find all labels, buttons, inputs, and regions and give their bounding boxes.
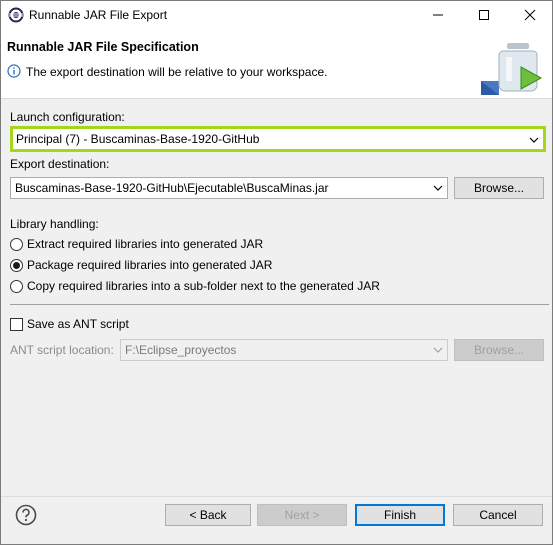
eclipse-icon [8,7,24,23]
library-handling-label: Library handling: [10,217,99,231]
radio-extract-libraries[interactable]: Extract required libraries into generate… [10,236,263,252]
footer-separator [1,496,552,497]
window-title: Runnable JAR File Export [29,8,168,22]
launch-config-value: Principal (7) - Buscaminas-Base-1920-Git… [16,132,260,146]
radio-copy-libraries[interactable]: Copy required libraries into a sub-folde… [10,278,380,294]
radio-label: Copy required libraries into a sub-folde… [27,279,380,293]
radio-label: Package required libraries into generate… [27,258,273,272]
radio-label: Extract required libraries into generate… [27,237,264,251]
radio-package-libraries[interactable]: Package required libraries into generate… [10,257,272,273]
wizard-header: Runnable JAR File Specification The expo… [1,29,552,99]
jar-export-icon [481,43,543,95]
minimize-button[interactable] [415,1,461,29]
back-button[interactable]: < Back [165,504,251,526]
cancel-button[interactable]: Cancel [453,504,543,526]
export-browse-button[interactable]: Browse... [454,177,544,199]
export-destination-value: Buscaminas-Base-1920-GitHub\Ejecutable\B… [15,181,329,195]
maximize-button[interactable] [461,1,507,29]
info-icon [7,64,21,78]
chevron-down-icon [529,137,539,143]
checkbox-label: Save as ANT script [27,317,129,331]
ant-location-combo: F:\Eclipse_proyectos [120,339,448,361]
next-button: Next > [257,504,347,526]
chevron-down-icon [433,347,443,353]
page-title: Runnable JAR File Specification [7,40,199,54]
separator [10,304,549,305]
title-bar: Runnable JAR File Export [1,1,552,29]
radio-button[interactable] [10,279,23,293]
header-message: The export destination will be relative … [26,65,328,79]
ant-location-label: ANT script location: [10,343,114,357]
checkbox[interactable] [10,317,23,331]
launch-config-select[interactable]: Principal (7) - Buscaminas-Base-1920-Git… [10,126,546,152]
export-dialog: Runnable JAR File Export Runnable JAR Fi… [0,0,553,545]
ant-location-value: F:\Eclipse_proyectos [125,343,237,357]
close-icon [524,9,536,21]
help-icon[interactable] [15,504,37,526]
close-button[interactable] [507,1,553,29]
finish-button[interactable]: Finish [355,504,445,526]
ant-browse-button: Browse... [454,339,544,361]
radio-button[interactable] [10,258,23,272]
export-destination-combo[interactable]: Buscaminas-Base-1920-GitHub\Ejecutable\B… [10,177,448,199]
save-ant-script-checkbox[interactable]: Save as ANT script [10,316,129,332]
radio-button[interactable] [10,237,23,251]
chevron-down-icon [433,185,443,191]
maximize-icon [479,10,489,20]
export-destination-label: Export destination: [10,157,110,171]
launch-config-label: Launch configuration: [10,110,125,124]
minimize-icon [433,14,443,16]
